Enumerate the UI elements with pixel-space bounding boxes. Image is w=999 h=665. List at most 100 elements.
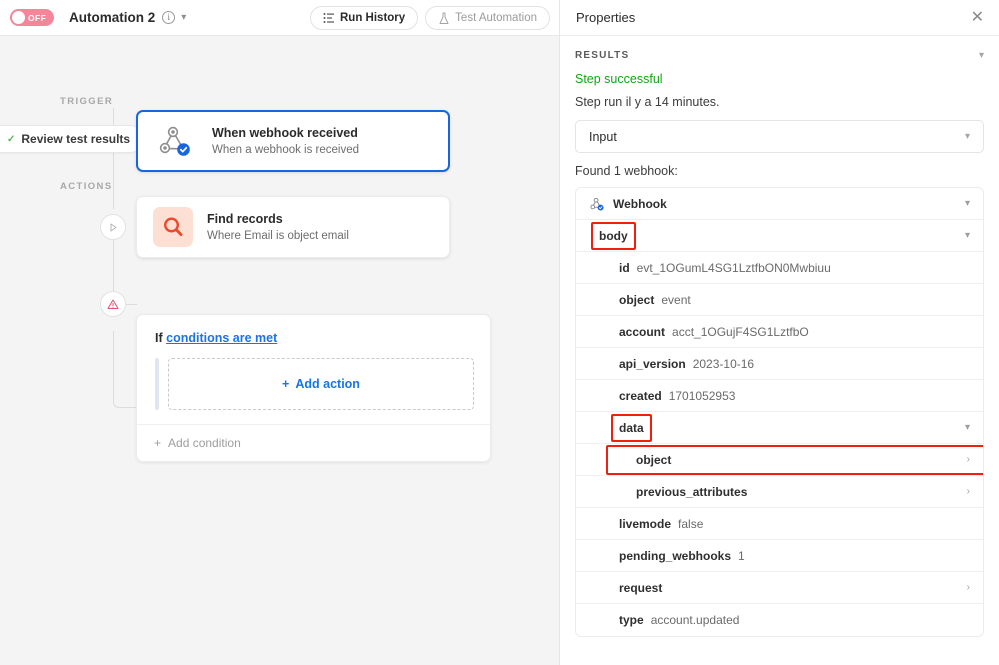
tree-value: 1 bbox=[738, 548, 745, 563]
chevron-down-icon[interactable]: ▾ bbox=[181, 12, 186, 23]
top-toolbar: OFF Automation 2 i ▾ Run History Test Au… bbox=[0, 0, 559, 36]
trigger-card-text: When webhook received When a webhook is … bbox=[212, 126, 359, 156]
webhook-data-tree: Webhook ▾ body ▾ id evt_1OGumL4SG1LztfbON0M… bbox=[575, 187, 984, 637]
automation-title: Automation 2 bbox=[69, 10, 156, 25]
chevron-down-icon[interactable]: ▾ bbox=[965, 422, 970, 433]
test-automation-button[interactable]: Test Automation bbox=[425, 6, 550, 30]
tree-key: body bbox=[599, 228, 628, 243]
run-history-label: Run History bbox=[340, 12, 406, 24]
list-icon bbox=[323, 13, 334, 23]
flask-icon bbox=[439, 12, 449, 24]
flow-canvas-pane: OFF Automation 2 i ▾ Run History Test Au… bbox=[0, 0, 560, 665]
action-card-find-records[interactable]: Find records Where Email is object email bbox=[136, 196, 450, 258]
review-test-results-pill[interactable]: ✓ Review test results bbox=[0, 125, 145, 153]
tree-value: 1701052953 bbox=[668, 388, 736, 403]
chevron-down-icon[interactable]: ▾ bbox=[965, 198, 970, 209]
results-section-header[interactable]: RESULTS ▾ bbox=[575, 50, 984, 61]
run-history-button[interactable]: Run History bbox=[310, 6, 419, 30]
trigger-card-title: When webhook received bbox=[212, 126, 358, 140]
properties-body: RESULTS ▾ Step successful Step run il y … bbox=[560, 36, 999, 637]
tree-value: event bbox=[661, 292, 691, 307]
tree-value: acct_1OGujF4SG1LztfbO bbox=[672, 324, 809, 339]
tree-key: object bbox=[619, 292, 655, 307]
condition-card-top: If conditions are met + Add action bbox=[137, 315, 490, 424]
chevron-right-icon[interactable]: › bbox=[967, 582, 970, 593]
tree-title: Webhook bbox=[613, 196, 667, 211]
properties-header: Properties ✕ bbox=[560, 0, 999, 36]
condition-card: If conditions are met + Add action + Add… bbox=[136, 314, 491, 462]
close-icon[interactable]: ✕ bbox=[971, 9, 984, 26]
condition-body: + Add action bbox=[155, 358, 474, 410]
warning-icon bbox=[107, 299, 119, 309]
tree-row-object[interactable]: object › bbox=[576, 444, 983, 476]
tree-row-object[interactable]: object event bbox=[576, 284, 983, 316]
tree-row-body[interactable]: body ▾ bbox=[576, 220, 983, 252]
tree-value: false bbox=[678, 516, 704, 531]
automation-editor: OFF Automation 2 i ▾ Run History Test Au… bbox=[0, 0, 999, 665]
canvas: TRIGGER ACTIONS ✓ Review test results Wh… bbox=[0, 36, 559, 665]
tree-row-account[interactable]: account acct_1OGujF4SG1LztfbO bbox=[576, 316, 983, 348]
add-condition-label: Add condition bbox=[168, 436, 241, 450]
tree-row-data[interactable]: data ▾ bbox=[576, 412, 983, 444]
tree-row-api_version[interactable]: api_version 2023-10-16 bbox=[576, 348, 983, 380]
condition-if-label: If bbox=[155, 331, 163, 345]
find-records-icon-tile bbox=[153, 207, 193, 247]
test-automation-label: Test Automation bbox=[455, 12, 537, 24]
tree-row-livemode[interactable]: livemode false bbox=[576, 508, 983, 540]
action-card-title: Find records bbox=[207, 212, 283, 226]
trigger-section-label: TRIGGER bbox=[60, 96, 114, 107]
chevron-down-icon[interactable]: ▾ bbox=[965, 131, 970, 142]
connector-stub bbox=[125, 304, 137, 305]
tree-row-request[interactable]: request › bbox=[576, 572, 983, 604]
toggle-label: OFF bbox=[28, 12, 47, 23]
tree-row-webhook[interactable]: Webhook ▾ bbox=[576, 188, 983, 220]
tree-row-created[interactable]: created 1701052953 bbox=[576, 380, 983, 412]
condition-warning-badge[interactable] bbox=[100, 291, 126, 317]
add-condition-button[interactable]: + Add condition bbox=[137, 424, 490, 461]
run-step-button[interactable] bbox=[100, 214, 126, 240]
tree-key: livemode bbox=[619, 516, 672, 531]
tree-key: data bbox=[619, 420, 644, 435]
toolbar-actions: Run History Test Automation bbox=[310, 0, 550, 36]
add-action-button[interactable]: + Add action bbox=[168, 358, 474, 410]
actions-section-label: ACTIONS bbox=[60, 181, 113, 192]
tree-key: type bbox=[619, 613, 644, 627]
tree-row-type[interactable]: type account.updated bbox=[576, 604, 983, 636]
found-webhook-text: Found 1 webhook: bbox=[575, 164, 678, 178]
status-text: Step successful bbox=[575, 72, 663, 86]
condition-header: If conditions are met bbox=[155, 331, 474, 345]
tree-key: pending_webhooks bbox=[619, 548, 732, 563]
trigger-card[interactable]: When webhook received When a webhook is … bbox=[136, 110, 450, 172]
action-card-subtitle: Where Email is object email bbox=[207, 230, 349, 242]
properties-title: Properties bbox=[576, 10, 636, 25]
connector-elbow bbox=[113, 331, 137, 408]
chevron-down-icon[interactable]: ▾ bbox=[979, 50, 984, 61]
check-icon: ✓ bbox=[7, 133, 16, 145]
tree-value: account.updated bbox=[650, 613, 740, 627]
tree-value: evt_1OGumL4SG1LztfbON0Mwbiuu bbox=[636, 260, 831, 275]
input-select[interactable]: Input ▾ bbox=[575, 120, 984, 153]
plus-icon: + bbox=[282, 377, 290, 391]
condition-branch-bar bbox=[155, 358, 159, 410]
info-icon[interactable]: i bbox=[162, 11, 176, 24]
toggle-knob bbox=[12, 11, 25, 24]
trigger-card-subtitle: When a webhook is received bbox=[212, 144, 360, 156]
tree-row-pending_webhooks[interactable]: pending_webhooks 1 bbox=[576, 540, 983, 572]
tree-key: account bbox=[619, 324, 666, 339]
connector-line-top bbox=[113, 108, 114, 209]
tree-row-id[interactable]: id evt_1OGumL4SG1LztfbON0Mwbiuu bbox=[576, 252, 983, 284]
properties-panel: Properties ✕ RESULTS ▾ Step successful S… bbox=[560, 0, 999, 665]
tree-key: api_version bbox=[619, 356, 686, 371]
conditions-are-met-link[interactable]: conditions are met bbox=[166, 331, 277, 345]
search-icon bbox=[163, 217, 183, 236]
automation-enable-toggle[interactable]: OFF bbox=[10, 9, 54, 26]
tree-key: created bbox=[619, 388, 662, 403]
play-icon bbox=[110, 223, 116, 231]
chevron-right-icon[interactable]: › bbox=[967, 454, 970, 465]
tree-row-previous_attributes[interactable]: previous_attributes › bbox=[576, 476, 983, 508]
review-test-results-label: Review test results bbox=[21, 132, 131, 146]
input-select-value: Input bbox=[589, 129, 617, 144]
chevron-right-icon[interactable]: › bbox=[967, 486, 970, 497]
tree-key: object bbox=[636, 452, 672, 467]
chevron-down-icon[interactable]: ▾ bbox=[965, 230, 970, 241]
